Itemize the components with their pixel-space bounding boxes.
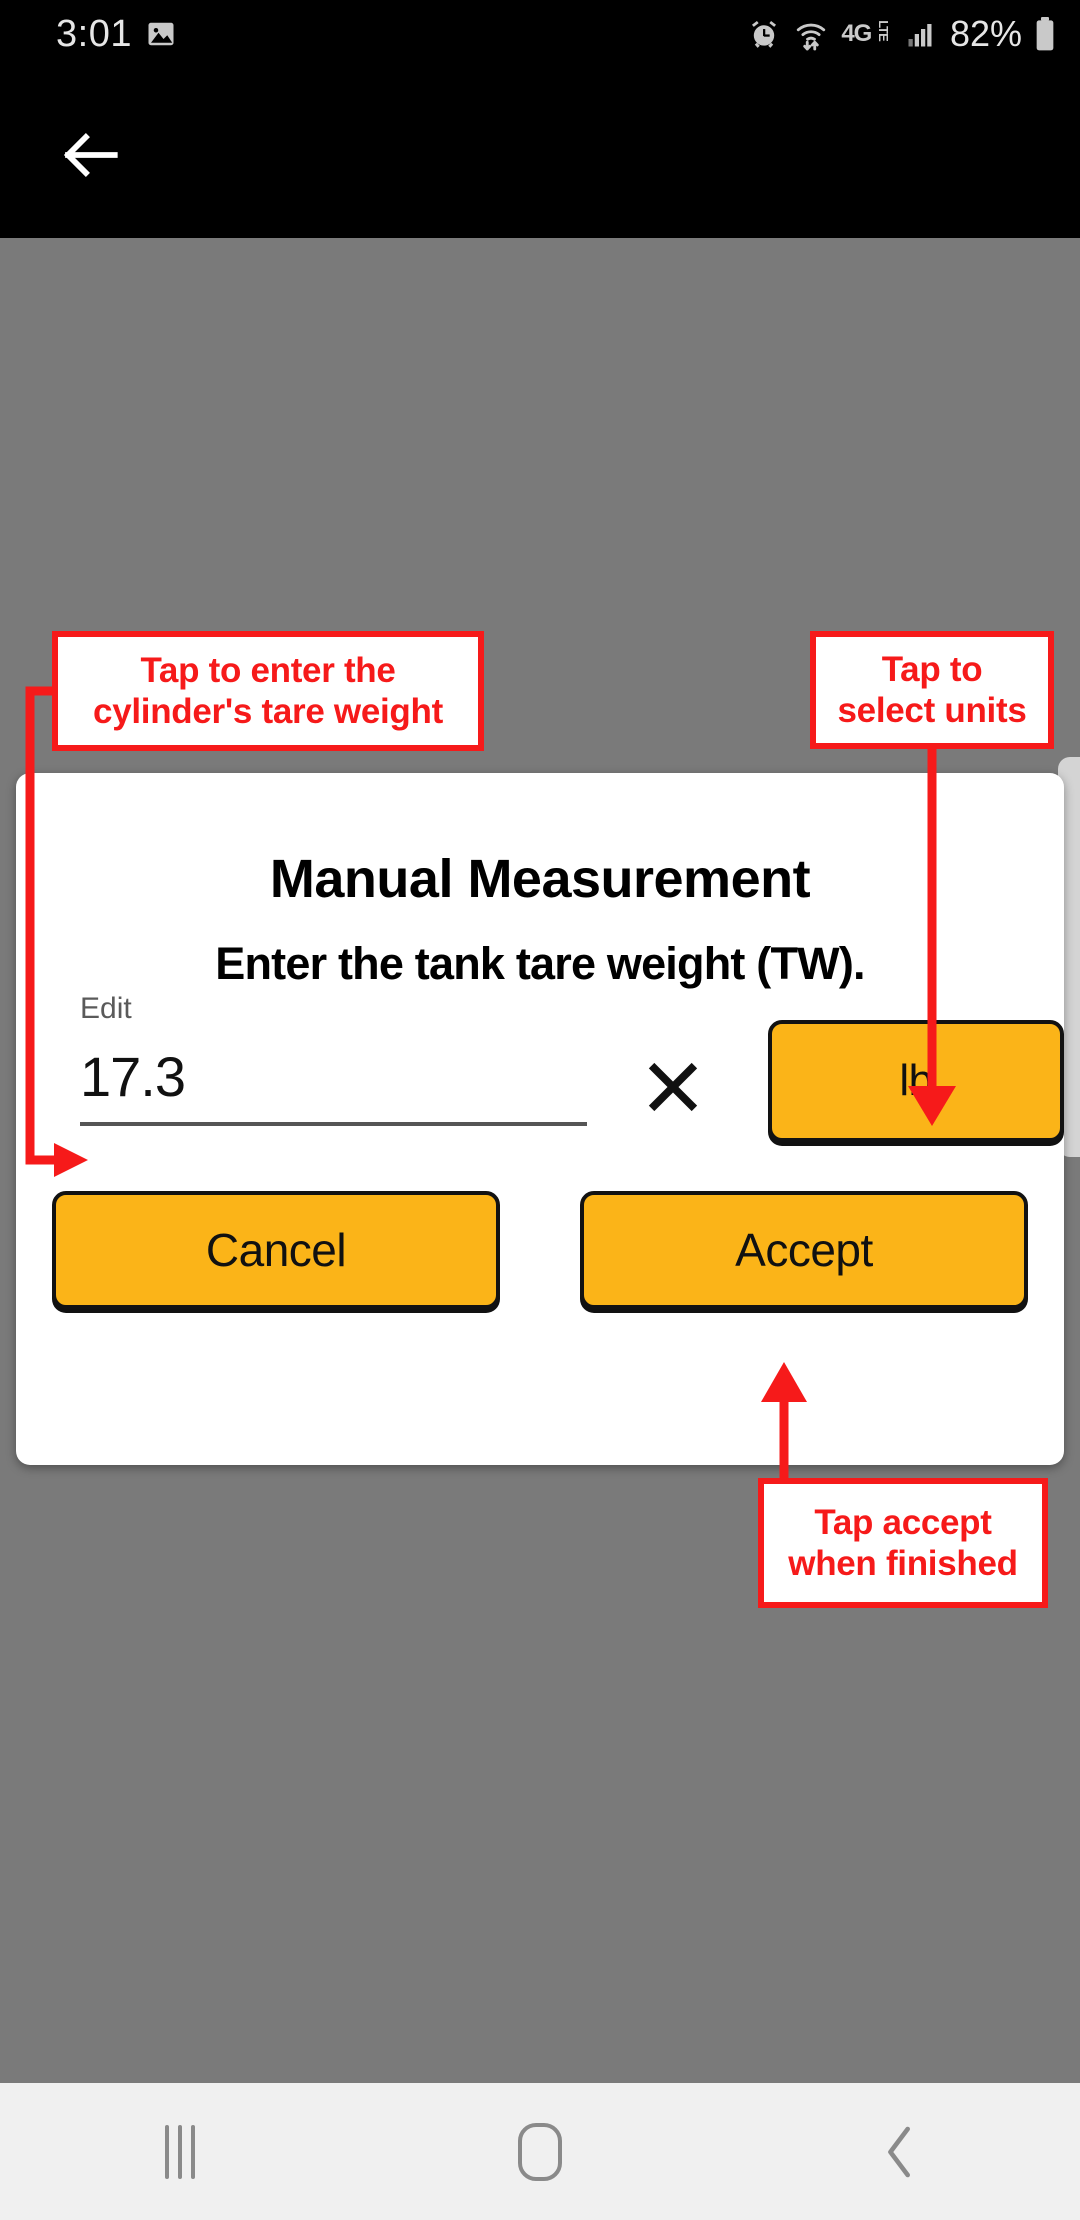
tare-weight-input[interactable]: 17.3 <box>80 1036 587 1126</box>
status-bar-right: 4G LTE 82% <box>747 13 1056 55</box>
annotation-right-line2: select units <box>837 691 1027 730</box>
status-bar: 3:01 4G LTE 82% <box>0 0 1080 68</box>
home-icon[interactable] <box>450 2083 630 2220</box>
dialog-subtitle: Enter the tank tare weight (TW). <box>215 938 865 989</box>
alarm-icon <box>747 17 781 51</box>
system-nav-bar <box>0 2083 1080 2220</box>
tare-weight-field-row: Edit 17.3 lb <box>16 992 1064 1160</box>
home-glyph <box>518 2122 562 2181</box>
cancel-button[interactable]: Cancel <box>52 1191 500 1309</box>
annotation-bottom-line1: Tap accept <box>814 1502 992 1542</box>
close-x-icon[interactable] <box>636 1050 710 1124</box>
cancel-button-label: Cancel <box>205 1224 347 1276</box>
recents-icon[interactable] <box>90 2083 270 2220</box>
network-4glte-icon: 4G LTE <box>841 20 892 48</box>
status-clock: 3:01 <box>56 12 132 55</box>
annotation-right-line1: Tap to <box>881 649 983 689</box>
recents-glyph <box>165 2124 195 2179</box>
unit-select-button[interactable]: lb <box>768 1020 1064 1142</box>
accept-button-label: Accept <box>735 1224 873 1276</box>
annotation-enter-tare-weight: Tap to enter the cylinder's tare weight <box>52 631 484 751</box>
status-bar-left: 3:01 <box>56 13 176 56</box>
wifi-icon <box>793 16 829 52</box>
signal-bars-icon <box>904 19 938 49</box>
annotation-left-line1: Tap to enter the <box>140 650 396 690</box>
annotation-left-line2: cylinder's tare weight <box>93 692 443 731</box>
annotation-select-units: Tap to select units <box>810 631 1054 749</box>
unit-select-label: lb <box>899 1056 933 1105</box>
app-bar <box>0 68 1080 238</box>
accept-button[interactable]: Accept <box>580 1191 1028 1309</box>
annotation-bottom-line2: when finished <box>788 1544 1018 1583</box>
edit-label: Edit <box>80 992 132 1025</box>
battery-percent-label: 82% <box>949 13 1022 54</box>
annotation-tap-accept: Tap accept when finished <box>758 1478 1048 1608</box>
phone-screen: 3:01 4G LTE 82% Manual Measurement Enter… <box>0 0 1080 2220</box>
back-chevron-icon[interactable] <box>810 2083 990 2220</box>
back-arrow-icon[interactable] <box>40 110 140 200</box>
dialog-title: Manual Measurement <box>269 849 811 909</box>
tare-weight-value: 17.3 <box>80 1045 186 1108</box>
battery-icon <box>1034 17 1056 51</box>
manual-measurement-dialog: Manual Measurement Enter the tank tare w… <box>16 773 1064 1465</box>
network-sub-label: LTE <box>876 20 892 41</box>
network-label: 4G <box>841 20 872 47</box>
image-icon <box>146 19 176 49</box>
dialog-button-row: Cancel Accept <box>16 1191 1064 1326</box>
